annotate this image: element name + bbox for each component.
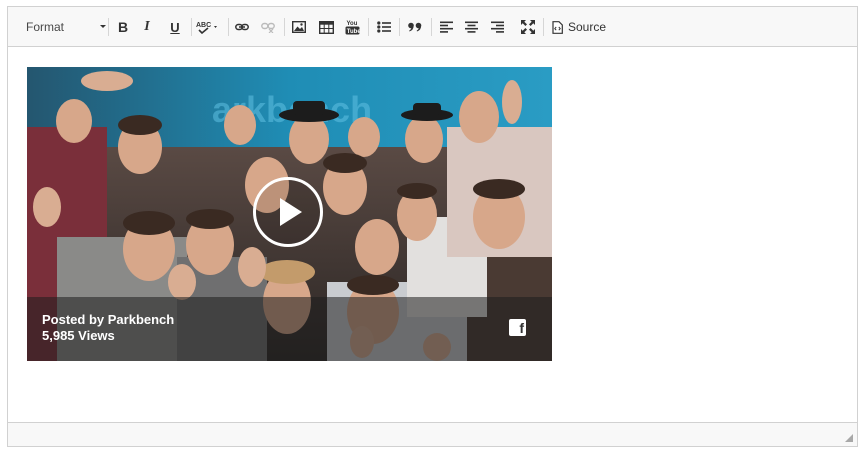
- editor-toolbar: Format B I U ABC You Tube Source: [8, 7, 857, 47]
- toolbar-separator: [399, 18, 400, 36]
- spellcheck-icon: ABC: [196, 22, 217, 34]
- blockquote-icon: [408, 22, 422, 32]
- facebook-icon[interactable]: f: [509, 319, 526, 336]
- underline-button[interactable]: U: [165, 7, 185, 47]
- bulleted-list-button[interactable]: [374, 7, 394, 47]
- format-dropdown-label: Format: [26, 20, 65, 34]
- toolbar-separator: [284, 18, 285, 36]
- source-button-label: Source: [567, 20, 607, 34]
- author-link[interactable]: Parkbench: [108, 312, 174, 327]
- maximize-icon: [521, 20, 535, 34]
- unlink-button[interactable]: [258, 7, 278, 47]
- svg-text:ABC: ABC: [196, 22, 211, 29]
- toolbar-separator: [108, 18, 109, 36]
- posted-by-prefix: Posted by: [42, 312, 108, 327]
- source-icon: [552, 20, 563, 34]
- video-info-bar: Posted by Parkbench 5,985 Views f: [27, 297, 552, 361]
- format-dropdown[interactable]: Format: [20, 7, 106, 47]
- posted-by-text: Posted by Parkbench: [42, 312, 174, 327]
- table-button[interactable]: [316, 7, 336, 47]
- italic-icon: I: [144, 19, 150, 34]
- chevron-down-icon: [100, 25, 106, 28]
- toolbar-separator: [431, 18, 432, 36]
- toolbar-separator: [368, 18, 369, 36]
- play-button[interactable]: [253, 177, 323, 247]
- youtube-button[interactable]: You Tube: [342, 7, 362, 47]
- embedded-facebook-video[interactable]: arkbench: [27, 67, 552, 361]
- bold-icon: B: [117, 19, 129, 35]
- view-count: 5,985 Views: [42, 328, 115, 343]
- link-button[interactable]: [232, 7, 252, 47]
- blockquote-button[interactable]: [405, 7, 425, 47]
- bold-button[interactable]: B: [113, 7, 133, 47]
- editor-status-bar: [8, 422, 857, 446]
- italic-button[interactable]: I: [137, 7, 157, 47]
- source-button[interactable]: Source: [548, 7, 610, 47]
- underline-icon: U: [170, 19, 180, 35]
- editor-content-area[interactable]: arkbench: [8, 47, 857, 422]
- unlink-icon: [261, 22, 275, 33]
- toolbar-separator: [191, 18, 192, 36]
- align-center-icon: [464, 21, 478, 33]
- maximize-button[interactable]: [518, 7, 538, 47]
- rich-text-editor: Format B I U ABC You Tube Source Posted …: [7, 6, 858, 447]
- align-center-button[interactable]: [461, 7, 481, 47]
- table-icon: [318, 20, 334, 34]
- svg-text:You: You: [346, 21, 357, 27]
- play-icon: [280, 198, 302, 226]
- toolbar-separator: [228, 18, 229, 36]
- align-left-button[interactable]: [436, 7, 456, 47]
- spellcheck-button[interactable]: ABC: [194, 7, 222, 47]
- toolbar-separator: [543, 18, 544, 36]
- svg-text:Tube: Tube: [346, 29, 359, 35]
- youtube-icon: You Tube: [345, 21, 360, 35]
- link-icon: [235, 23, 249, 31]
- resize-handle-icon[interactable]: [845, 434, 853, 442]
- image-icon: [292, 21, 306, 33]
- bulleted-list-icon: [377, 21, 391, 33]
- image-button[interactable]: [289, 7, 309, 47]
- align-left-icon: [439, 21, 453, 33]
- align-right-icon: [490, 21, 504, 33]
- align-right-button[interactable]: [487, 7, 507, 47]
